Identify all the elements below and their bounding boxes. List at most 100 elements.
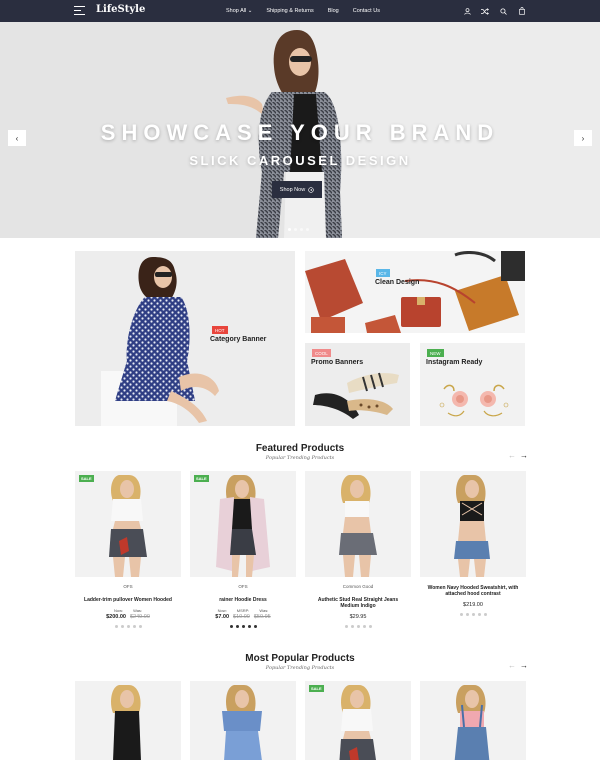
hamburger-menu-icon[interactable] [74, 6, 85, 15]
featured-nav: ← → [508, 451, 528, 460]
hero-title: SHOWCASE YOUR BRAND [100, 120, 500, 145]
shopping-bag-icon[interactable] [507, 5, 525, 17]
color-swatches [75, 625, 181, 628]
popular-prev-arrow-icon[interactable]: ← [508, 661, 516, 670]
price-label-was: Was: [259, 608, 269, 613]
user-icon[interactable] [453, 5, 471, 17]
product-image[interactable] [305, 471, 411, 577]
product-name[interactable]: Ladder-trim pullover Women Hooded [75, 597, 181, 603]
nav-link-blog[interactable]: Blog [328, 8, 339, 14]
promo-banner[interactable]: COOL Promo Banners [305, 343, 410, 426]
clean-design-banner[interactable]: ICY Clean Design [305, 251, 525, 333]
color-swatches [420, 613, 526, 616]
product-image[interactable]: SALE [305, 681, 411, 760]
swatch[interactable] [138, 625, 142, 628]
swatch[interactable] [350, 625, 354, 628]
swatch[interactable] [241, 625, 245, 628]
price-was: $50.95 [253, 614, 271, 620]
instagram-ready-title: Instagram Ready [426, 359, 483, 366]
product-card [75, 681, 181, 760]
instagram-banner[interactable]: NEW Instagram Ready [420, 343, 525, 426]
swatch[interactable] [253, 625, 257, 628]
product-image[interactable]: SALE [190, 471, 296, 577]
carousel-dot[interactable] [294, 228, 297, 231]
product-photo [454, 685, 490, 760]
price-labels: Now: MSRP: Was: [190, 608, 296, 613]
featured-prev-arrow-icon[interactable]: ← [508, 451, 516, 460]
product-image[interactable] [420, 681, 526, 760]
product-card: Women Navy Hooded Sweatshirt, with attac… [420, 471, 526, 616]
swatch[interactable] [247, 625, 251, 628]
product-vendor: OFS [238, 584, 248, 589]
product-card: Common Good Authetic Stud Real Straight … [305, 471, 411, 628]
swatch[interactable] [356, 625, 360, 628]
price-labels: Now: Was: [75, 608, 181, 613]
product-price: $200.00 $249.00 [75, 614, 181, 620]
arrow-circle-icon [308, 186, 314, 193]
sale-badge: SALE [309, 685, 324, 692]
swatch[interactable] [132, 625, 136, 628]
carousel-prev-button[interactable]: ‹ [8, 130, 26, 146]
price-was: $249.00 [130, 614, 150, 620]
nav-link-shipping[interactable]: Shipping & Returns [266, 8, 313, 14]
swatch[interactable] [235, 625, 239, 628]
product-image[interactable] [420, 471, 526, 577]
product-photo [109, 475, 147, 577]
shop-now-button[interactable]: Shop Now [272, 181, 322, 198]
main-menu: Shop All ⌄ Shipping & Returns Blog Conta… [226, 0, 394, 22]
swatch[interactable] [229, 625, 233, 628]
product-name[interactable]: Authetic Stud Real Straight Jeans Medium… [305, 597, 411, 609]
product-vendor: OFS [123, 584, 133, 589]
header-icons [453, 5, 525, 17]
nav-link-contact[interactable]: Contact Us [353, 8, 380, 14]
carousel-dot[interactable] [306, 228, 309, 231]
promo-banners-title: Promo Banners [311, 359, 364, 366]
clean-design-title: Clean Design [375, 279, 420, 286]
search-icon[interactable] [489, 5, 507, 17]
site-logo[interactable]: LifeStyle [96, 4, 145, 15]
product-photo [216, 475, 270, 577]
product-image[interactable]: SALE [75, 471, 181, 577]
cool-badge: COOL [312, 349, 331, 357]
swatch[interactable] [120, 625, 124, 628]
featured-next-arrow-icon[interactable]: → [520, 451, 528, 460]
product-price: $29.95 [305, 614, 411, 620]
product-name[interactable]: Women Navy Hooded Sweatshirt, with attac… [420, 585, 526, 597]
swatch[interactable] [471, 613, 475, 616]
new-badge: NEW [427, 349, 444, 357]
product-price: $219.00 [420, 602, 526, 608]
carousel-dots [288, 228, 309, 231]
product-image[interactable] [190, 681, 296, 760]
product-card [190, 681, 296, 760]
price-now: $200.00 [106, 614, 126, 620]
swatch[interactable] [114, 625, 118, 628]
color-swatches [305, 625, 411, 628]
shuffle-icon[interactable] [471, 5, 489, 17]
swatch[interactable] [483, 613, 487, 616]
swatch[interactable] [465, 613, 469, 616]
price-label-msrp: MSRP: [236, 608, 250, 613]
sale-badge: SALE [194, 475, 209, 482]
swatch[interactable] [344, 625, 348, 628]
swatch[interactable] [362, 625, 366, 628]
carousel-next-button[interactable]: › [574, 130, 592, 146]
top-navbar: LifeStyle Shop All ⌄ Shipping & Returns … [0, 0, 600, 22]
price-msrp: $10.00 [233, 614, 250, 620]
product-name[interactable]: rainer Hoodie Dress [190, 597, 296, 603]
popular-next-arrow-icon[interactable]: → [520, 661, 528, 670]
product-card: SALE OFS rainer Hoodie Dress Now: MSRP: … [190, 471, 296, 628]
carousel-dot[interactable] [288, 228, 291, 231]
swatch[interactable] [477, 613, 481, 616]
product-card: SALE OFS Ladder-trim pullover Women Hood… [75, 471, 181, 628]
nav-link-shop-all[interactable]: Shop All ⌄ [226, 8, 252, 14]
swatch[interactable] [368, 625, 372, 628]
category-banner[interactable]: HOT Category Banner [75, 251, 295, 426]
hot-badge: HOT [212, 326, 228, 334]
carousel-dot[interactable] [300, 228, 303, 231]
swatch[interactable] [126, 625, 130, 628]
hero-carousel[interactable]: SHOWCASE YOUR BRAND SLICK CAROUSEL DESIG… [0, 22, 600, 238]
product-card [420, 681, 526, 760]
product-image[interactable] [75, 681, 181, 760]
swatch[interactable] [459, 613, 463, 616]
shop-now-label: Shop Now [279, 186, 306, 193]
